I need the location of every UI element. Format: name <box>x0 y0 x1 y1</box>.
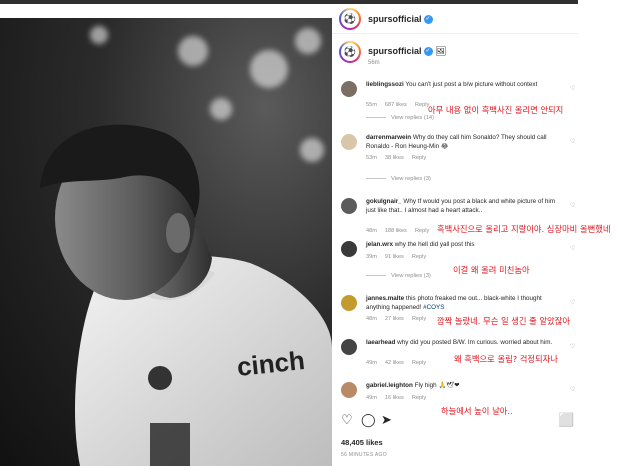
comment-likes[interactable]: 687 likes <box>385 102 407 108</box>
translation-annotation: 아무 내용 없이 흑백사진 올리면 안되지 <box>428 105 564 115</box>
heart-icon[interactable]: ♡ <box>570 299 575 306</box>
player-silhouette: cinch <box>40 124 332 466</box>
comment-avatar[interactable] <box>341 81 357 97</box>
view-replies-button[interactable]: View replies (3) <box>366 273 431 279</box>
heart-icon[interactable]: ♡ <box>570 245 575 252</box>
caption-time: 56m <box>368 60 380 66</box>
comment-meta: 48m 27 likes Reply <box>366 316 434 322</box>
comment-likes[interactable]: 91 likes <box>385 254 404 260</box>
comment-meta: 49m 16 likes Reply <box>366 395 434 401</box>
comment-text: jannes.malte this photo freaked me out..… <box>366 295 542 311</box>
comment-username[interactable]: gabriel.leighton <box>366 382 413 389</box>
heart-icon[interactable]: ♡ <box>570 138 575 145</box>
reply-button[interactable]: Reply <box>412 254 426 260</box>
reply-button[interactable]: Reply <box>412 360 426 366</box>
comment-username[interactable]: gokulgnair_ <box>366 198 402 205</box>
comment-time: 49m <box>366 394 377 401</box>
comment-time: 39m <box>366 253 377 260</box>
comment-likes[interactable]: 27 likes <box>385 316 404 322</box>
account-avatar[interactable]: ⚽ <box>339 8 361 30</box>
comment-time: 48m <box>366 316 377 322</box>
heart-icon[interactable]: ♡ <box>570 343 575 350</box>
comment-avatar[interactable] <box>341 241 357 257</box>
comment-likes[interactable]: 188 likes <box>385 228 407 234</box>
comment-username[interactable]: jannes.malte <box>366 295 404 302</box>
comment-meta: 48m 188 likes Reply <box>366 228 437 234</box>
reply-button[interactable]: Reply <box>415 228 429 234</box>
comment-avatar[interactable] <box>341 134 357 150</box>
comment-text: laearhead why did you posted B/W. Im cur… <box>366 339 553 346</box>
heart-icon[interactable]: ♡ <box>341 412 353 428</box>
post-time-ago: 56 MINUTES AGO <box>341 452 387 458</box>
caption-username[interactable]: spursofficial ✓ 🖼 <box>368 46 446 57</box>
comment-likes[interactable]: 38 likes <box>385 155 404 161</box>
heart-icon[interactable]: ♡ <box>570 85 575 92</box>
comment-text: lieblingssozi You can't just post a b/w … <box>366 81 538 88</box>
heart-icon[interactable]: ♡ <box>570 386 575 393</box>
comment-text: jelan.wrx why the hell did yall post thi… <box>366 241 475 248</box>
reply-button[interactable]: Reply <box>412 395 426 401</box>
view-replies-button[interactable]: View replies (3) <box>366 176 431 182</box>
comment-avatar[interactable] <box>341 295 357 311</box>
verified-icon: ✓ <box>423 47 433 57</box>
caption-avatar[interactable]: ⚽ <box>339 41 361 63</box>
post-photo: cinch <box>0 18 332 466</box>
comment-likes[interactable]: 42 likes <box>385 360 404 366</box>
translation-annotation: 깜짝 놀랐네. 무슨 일 생긴 줄 알았잖아 <box>437 316 570 326</box>
comment-username[interactable]: lieblingssozi <box>366 81 404 88</box>
comment-text: gokulgnair_ Why tf would you post a blac… <box>366 198 555 214</box>
comment-likes[interactable]: 16 likes <box>385 395 404 401</box>
comment-time: 49m <box>366 360 377 366</box>
reply-button[interactable]: Reply <box>412 316 426 322</box>
comment-icon[interactable]: ◯ <box>361 412 376 428</box>
comment-username[interactable]: darrenmarwein <box>366 134 411 141</box>
comment-avatar[interactable] <box>341 382 357 398</box>
translation-annotation: 하늘에서 높이 날아.. <box>441 406 513 416</box>
bookmark-icon[interactable]: ⬜ <box>558 412 574 428</box>
post-header: ⚽ spursofficial ✓ <box>332 4 578 34</box>
comment-meta: 55m 687 likes Reply <box>366 102 437 108</box>
caption-emoji: 🖼 <box>435 46 447 56</box>
comment-time: 55m <box>366 102 377 108</box>
translation-annotation: 이걸 왜 올려 미친놈아 <box>453 265 530 275</box>
comment-text: gabriel.leighton Fly high 🙏🕊❤ <box>366 382 460 389</box>
comment-avatar[interactable] <box>341 198 357 214</box>
comment-avatar[interactable] <box>341 339 357 355</box>
comment-username[interactable]: laearhead <box>366 339 395 346</box>
comment-time: 48m <box>366 227 377 234</box>
comment-text: darrenmarwein Why do they call him Sonal… <box>366 134 547 150</box>
post-panel: ⚽ spursofficial ✓ ⚽ spursofficial ✓ 🖼 56m … <box>332 4 578 466</box>
heart-icon[interactable]: ♡ <box>570 202 575 209</box>
comment-meta: 39m 91 likes Reply <box>366 254 434 260</box>
account-username[interactable]: spursofficial ✓ <box>368 14 433 25</box>
comment-meta: 49m 42 likes Reply <box>366 360 434 366</box>
likes-count[interactable]: 48,405 likes <box>341 438 383 447</box>
reply-button[interactable]: Reply <box>412 155 426 161</box>
hashtag-link[interactable]: #COYS <box>423 304 444 311</box>
translation-annotation: 흑백사진으로 올리고 지랄이야. 심장마비 올뻔했네 <box>437 224 611 234</box>
translation-annotation: 왜 흑백으로 올림? 걱정되자나 <box>454 354 558 364</box>
verified-icon: ✓ <box>423 15 433 25</box>
comment-username[interactable]: jelan.wrx <box>366 241 393 248</box>
comment-meta: 53m 38 likes Reply <box>366 155 434 161</box>
view-replies-button[interactable]: View replies (14) <box>366 115 434 121</box>
share-icon[interactable]: ➤ <box>381 412 392 428</box>
comment-time: 53m <box>366 155 377 161</box>
